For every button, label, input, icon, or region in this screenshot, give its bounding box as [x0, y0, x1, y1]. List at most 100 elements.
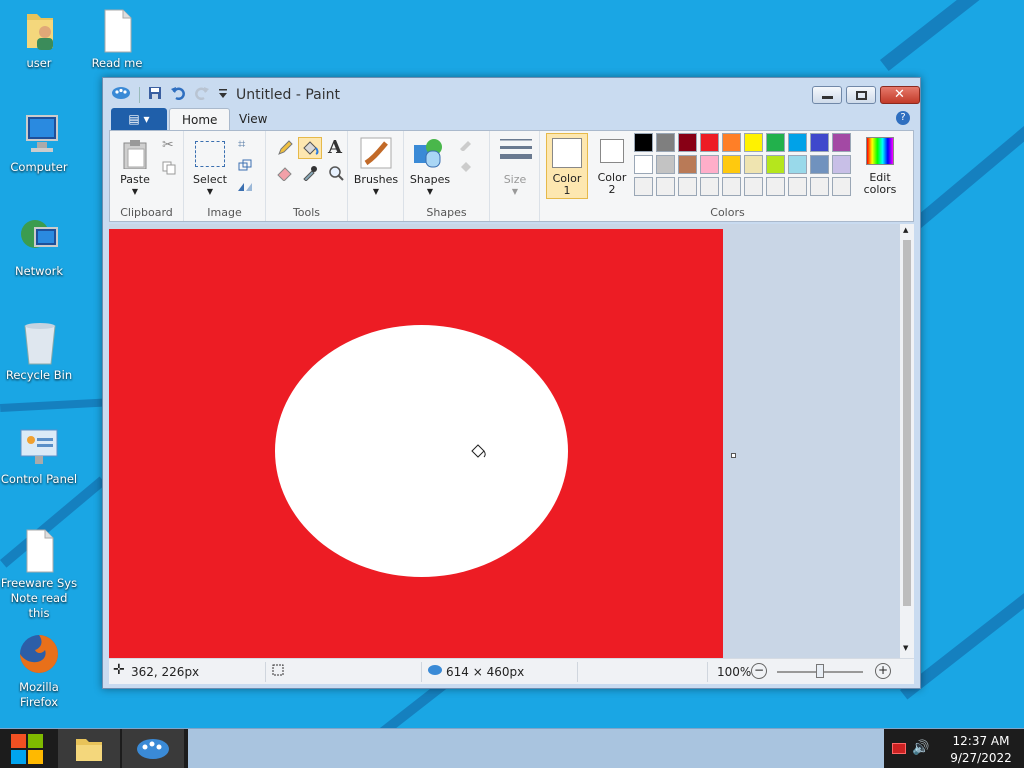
palette-swatch[interactable]: [810, 177, 829, 196]
network-status-icon[interactable]: [892, 743, 906, 754]
eraser-icon[interactable]: [276, 165, 294, 184]
file-menu-button[interactable]: ▤ ▾: [111, 108, 167, 130]
palette-swatch[interactable]: [634, 133, 653, 152]
outline-icon[interactable]: [458, 137, 480, 154]
clock-time[interactable]: 12:37 AM: [942, 734, 1020, 748]
desktop-icon-user[interactable]: user: [0, 8, 79, 71]
taskbar-paint-button[interactable]: [122, 729, 184, 768]
color2-button[interactable]: Color 2: [592, 133, 632, 199]
palette-swatch[interactable]: [788, 177, 807, 196]
palette-swatch[interactable]: [810, 155, 829, 174]
palette-swatch[interactable]: [810, 133, 829, 152]
quick-access-toolbar: [111, 86, 228, 103]
palette-swatch[interactable]: [832, 155, 851, 174]
canvas-resize-handle[interactable]: [731, 453, 736, 458]
palette-swatch[interactable]: [700, 177, 719, 196]
palette-swatch[interactable]: [634, 177, 653, 196]
edit-colors-button[interactable]: Edit colors: [858, 133, 902, 199]
palette-swatch[interactable]: [832, 177, 851, 196]
copy-icon[interactable]: [162, 161, 176, 178]
palette-swatch[interactable]: [634, 155, 653, 174]
redo-icon[interactable]: [194, 86, 210, 103]
pencil-icon[interactable]: [276, 139, 294, 160]
palette-swatch[interactable]: [722, 177, 741, 196]
desktop-icon-control-panel[interactable]: Control Panel: [0, 424, 79, 487]
volume-icon[interactable]: 🔊: [912, 740, 929, 756]
brushes-button[interactable]: Brushes ▼: [352, 135, 400, 197]
rotate-icon[interactable]: [236, 181, 256, 196]
vertical-scrollbar[interactable]: ▲ ▼: [900, 224, 914, 658]
clipboard-group: Paste ▼ ✂ Clipboard: [110, 131, 184, 221]
palette-swatch[interactable]: [678, 177, 697, 196]
paint-app-icon[interactable]: [111, 86, 131, 103]
desktop-icon-network[interactable]: Network: [0, 216, 79, 279]
paste-button[interactable]: Paste ▼: [116, 135, 154, 197]
palette-swatch[interactable]: [788, 155, 807, 174]
palette-swatch[interactable]: [788, 133, 807, 152]
help-icon[interactable]: ?: [896, 111, 910, 125]
palette-swatch[interactable]: [766, 155, 785, 174]
resize-icon[interactable]: [238, 159, 252, 174]
palette-swatch[interactable]: [678, 155, 697, 174]
dropdown-arrow-icon: ▼: [372, 187, 380, 196]
shapes-button[interactable]: Shapes ▼: [408, 135, 452, 197]
palette-swatch[interactable]: [656, 177, 675, 196]
close-button[interactable]: ✕: [880, 86, 920, 104]
palette-swatch[interactable]: [700, 155, 719, 174]
palette-swatch[interactable]: [656, 155, 675, 174]
magnifier-icon[interactable]: [328, 165, 344, 184]
wallpaper-stripe: [880, 0, 1024, 72]
palette-swatch[interactable]: [722, 133, 741, 152]
color-picker-icon[interactable]: [302, 165, 318, 184]
select-button[interactable]: Select ▼: [190, 135, 230, 197]
desktop-icon-freeware-note[interactable]: Freeware Sys Note read this: [0, 528, 79, 621]
zoom-slider-thumb[interactable]: [816, 664, 824, 678]
fill-icon[interactable]: [298, 137, 322, 159]
scroll-up-icon[interactable]: ▲: [903, 226, 908, 234]
maximize-button[interactable]: [846, 86, 876, 104]
drawing-canvas[interactable]: [109, 229, 723, 658]
palette-swatch[interactable]: [766, 133, 785, 152]
zoom-out-button[interactable]: −: [751, 663, 767, 679]
palette-swatch[interactable]: [766, 177, 785, 196]
desktop-icon-recycle-bin[interactable]: Recycle Bin: [0, 320, 79, 383]
minimize-button[interactable]: [812, 86, 842, 104]
desktop-icon-firefox[interactable]: Mozilla Firefox: [0, 632, 79, 710]
shape-fill-icon[interactable]: [458, 159, 480, 176]
cut-icon[interactable]: ✂: [162, 137, 174, 153]
text-icon[interactable]: A: [328, 137, 342, 158]
image-size: 614 × 460px: [446, 665, 525, 679]
size-button[interactable]: Size ▼: [494, 135, 536, 197]
desktop-icon-read-me[interactable]: Read me: [77, 8, 157, 71]
palette-swatch[interactable]: [722, 155, 741, 174]
shapes-group-label: Shapes: [426, 206, 467, 219]
scroll-down-icon[interactable]: ▼: [903, 644, 908, 652]
color1-button[interactable]: Color 1: [546, 133, 588, 199]
network-icon: [17, 216, 61, 260]
desktop-icon-label: Recycle Bin: [5, 368, 73, 382]
palette-swatch[interactable]: [656, 133, 675, 152]
taskbar-explorer-button[interactable]: [58, 729, 120, 768]
brushes-group: Brushes ▼: [348, 131, 404, 221]
computer-icon: [17, 112, 61, 156]
clock-date[interactable]: 9/27/2022: [942, 751, 1020, 765]
customize-qat-icon[interactable]: [218, 87, 228, 102]
desktop-icon-computer[interactable]: Computer: [0, 112, 79, 175]
zoom-in-button[interactable]: +: [875, 663, 891, 679]
undo-icon[interactable]: [170, 86, 186, 103]
palette-swatch[interactable]: [744, 155, 763, 174]
palette-swatch[interactable]: [700, 133, 719, 152]
cursor-position: 362, 226px: [131, 665, 200, 679]
system-tray: 🔊 12:37 AM 9/27/2022: [884, 729, 1024, 768]
scrollbar-thumb[interactable]: [903, 240, 911, 606]
save-icon[interactable]: [148, 86, 162, 103]
start-button[interactable]: [0, 729, 56, 768]
palette-swatch[interactable]: [678, 133, 697, 152]
tab-view[interactable]: View: [227, 108, 279, 131]
palette-swatch[interactable]: [832, 133, 851, 152]
crop-icon[interactable]: ⌗: [238, 137, 245, 152]
palette-swatch[interactable]: [744, 133, 763, 152]
tab-home[interactable]: Home: [169, 108, 231, 131]
taskbar-pinned: [0, 729, 188, 768]
palette-swatch[interactable]: [744, 177, 763, 196]
